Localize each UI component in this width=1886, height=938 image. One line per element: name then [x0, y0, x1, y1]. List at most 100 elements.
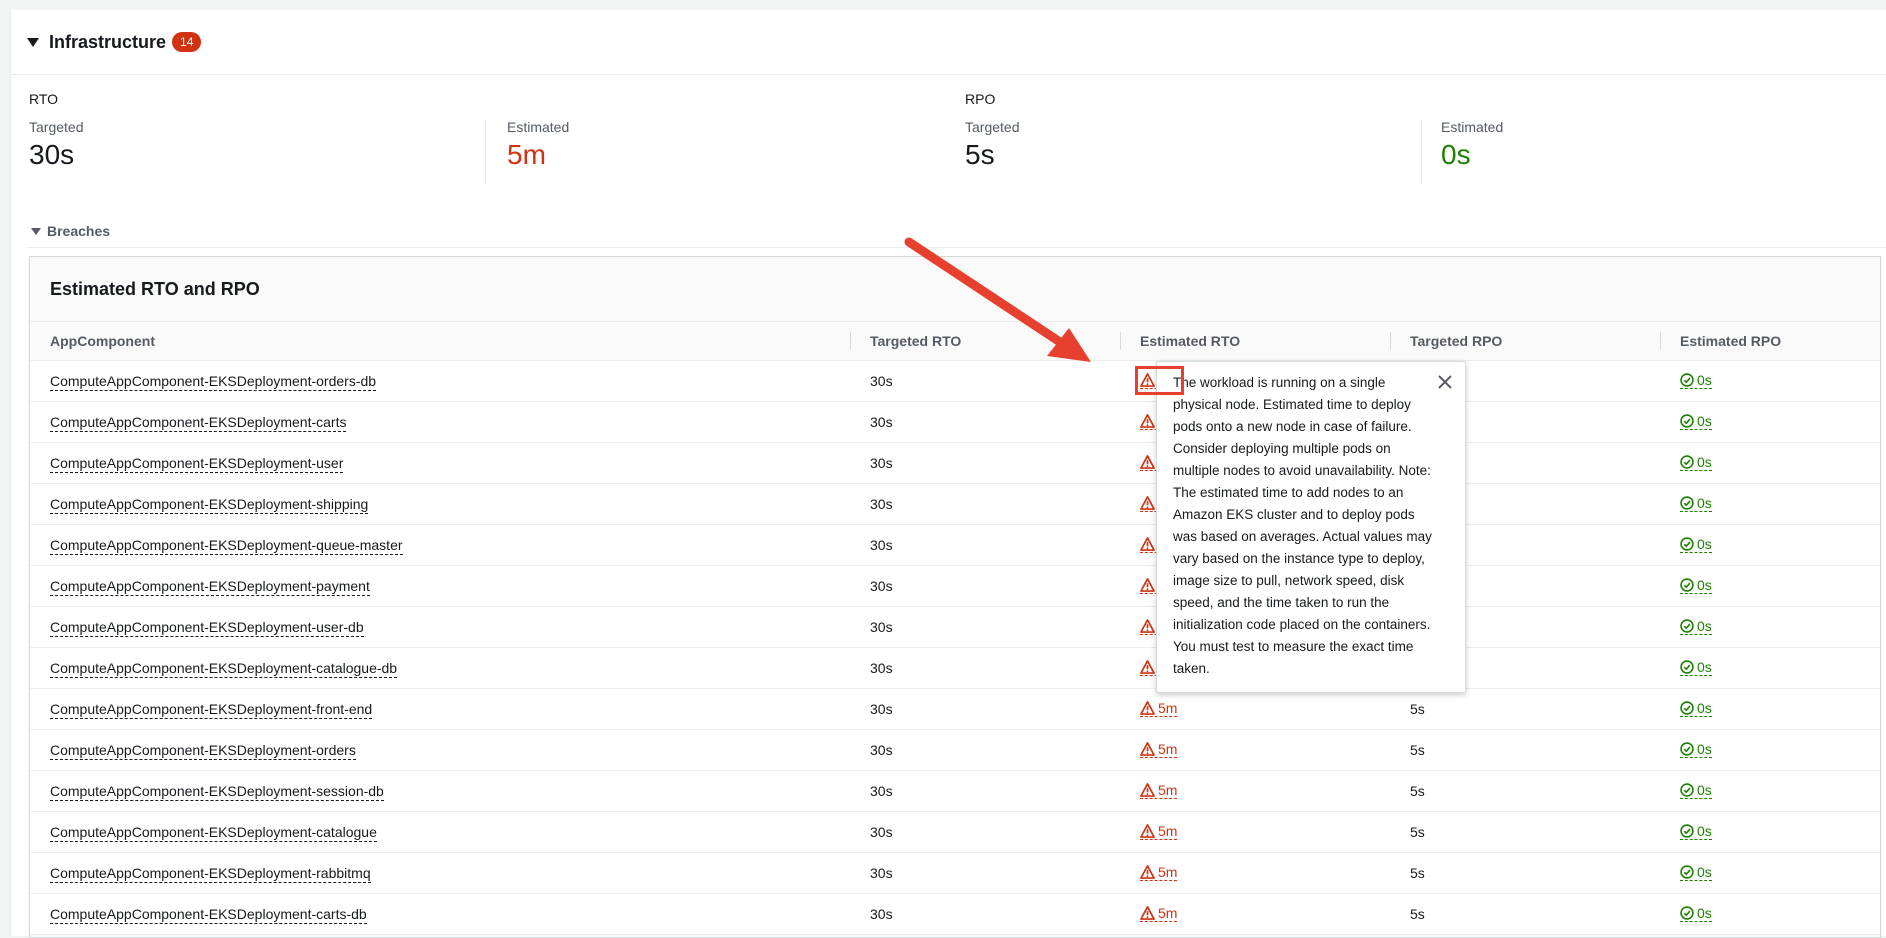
rpo-targeted-metric: Targeted 5s [965, 119, 1019, 171]
appcomponent-link[interactable]: ComputeAppComponent-EKSDeployment-carts-… [50, 906, 367, 924]
metric-value: 0s [1441, 139, 1471, 170]
cell-appcomponent: ComputeAppComponent-EKSDeployment-paymen… [30, 565, 850, 607]
appcomponent-link[interactable]: ComputeAppComponent-EKSDeployment-carts [50, 414, 347, 432]
estimated-rpo-value[interactable]: 0s [1680, 372, 1712, 389]
estimated-rpo-value[interactable]: 0s [1680, 577, 1712, 594]
table-row: ComputeAppComponent-EKSDeployment-sessio… [30, 770, 1880, 812]
estimated-rto-value[interactable]: 5m [1140, 782, 1178, 799]
rto-rpo-table: AppComponent Targeted RTO Estimated RTO … [30, 322, 1880, 935]
cell-appcomponent: ComputeAppComponent-EKSDeployment-shippi… [30, 483, 850, 525]
divider [1421, 121, 1422, 183]
appcomponent-link[interactable]: ComputeAppComponent-EKSDeployment-queue-… [50, 537, 403, 555]
column-divider [850, 332, 851, 350]
estimated-rpo-value[interactable]: 0s [1680, 823, 1712, 840]
estimated-rto-value[interactable]: 5m [1140, 864, 1178, 881]
cell-appcomponent: ComputeAppComponent-EKSDeployment-user [30, 442, 850, 484]
estimated-rpo-text: 0s [1697, 823, 1712, 839]
cell-estimated-rto: 5m [1120, 811, 1390, 853]
metric-label: Estimated [1441, 119, 1504, 135]
column-header-estimated-rto[interactable]: Estimated RTO [1120, 322, 1390, 361]
section-header[interactable]: Infrastructure 14 [11, 10, 1886, 75]
estimated-rpo-text: 0s [1697, 741, 1712, 757]
appcomponent-link[interactable]: ComputeAppComponent-EKSDeployment-catalo… [50, 824, 377, 842]
close-icon[interactable] [1437, 374, 1453, 390]
estimated-rto-value[interactable]: 5m [1140, 700, 1178, 717]
cell-appcomponent: ComputeAppComponent-EKSDeployment-orders [30, 729, 850, 771]
estimated-rpo-text: 0s [1697, 618, 1712, 634]
cell-targeted-rpo: 5s [1390, 729, 1660, 771]
check-circle-icon [1680, 414, 1694, 428]
estimated-rpo-text: 0s [1697, 495, 1712, 511]
popover-text: The workload is running on a single phys… [1173, 375, 1432, 676]
warning-triangle-icon [1140, 783, 1155, 797]
table-title: Estimated RTO and RPO [30, 257, 1880, 322]
column-header-appcomponent[interactable]: AppComponent [30, 322, 850, 361]
check-circle-icon [1680, 373, 1694, 387]
estimated-rpo-value[interactable]: 0s [1680, 659, 1712, 676]
estimated-rpo-text: 0s [1697, 413, 1712, 429]
estimated-rto-text: 5m [1158, 823, 1178, 839]
appcomponent-link[interactable]: ComputeAppComponent-EKSDeployment-front-… [50, 701, 373, 719]
cell-appcomponent: ComputeAppComponent-EKSDeployment-carts-… [30, 893, 850, 935]
breaches-toggle[interactable]: Breaches [31, 223, 110, 239]
cell-targeted-rto: 30s [850, 565, 1120, 607]
estimated-rpo-value[interactable]: 0s [1680, 413, 1712, 430]
estimated-rpo-value[interactable]: 0s [1680, 454, 1712, 471]
check-circle-icon [1680, 455, 1694, 469]
caret-down-icon[interactable] [31, 227, 41, 235]
cell-targeted-rto: 30s [850, 770, 1120, 812]
column-header-label: Estimated RPO [1680, 333, 1782, 349]
caret-down-icon[interactable] [27, 37, 39, 47]
cell-targeted-rpo: 5s [1390, 688, 1660, 730]
appcomponent-link[interactable]: ComputeAppComponent-EKSDeployment-catalo… [50, 660, 398, 678]
estimated-rto-value[interactable]: 5m [1140, 823, 1178, 840]
cell-estimated-rpo: 0s [1660, 401, 1880, 443]
appcomponent-link[interactable]: ComputeAppComponent-EKSDeployment-paymen… [50, 578, 370, 596]
cell-targeted-rto: 30s [850, 852, 1120, 894]
appcomponent-link[interactable]: ComputeAppComponent-EKSDeployment-shippi… [50, 496, 369, 514]
estimated-rpo-text: 0s [1697, 782, 1712, 798]
metric-label: Targeted [965, 119, 1020, 135]
column-header-estimated-rpo[interactable]: Estimated RPO [1660, 322, 1880, 361]
estimated-rpo-value[interactable]: 0s [1680, 495, 1712, 512]
estimated-rpo-value[interactable]: 0s [1680, 905, 1712, 922]
estimated-rpo-text: 0s [1697, 536, 1712, 552]
appcomponent-link[interactable]: ComputeAppComponent-EKSDeployment-orders [50, 742, 356, 760]
cell-estimated-rpo: 0s [1660, 442, 1880, 484]
estimated-rpo-text: 0s [1697, 372, 1712, 388]
column-header-targeted-rpo[interactable]: Targeted RPO [1390, 322, 1660, 361]
cell-appcomponent: ComputeAppComponent-EKSDeployment-user-d… [30, 606, 850, 648]
estimated-rpo-text: 0s [1697, 454, 1712, 470]
appcomponent-link[interactable]: ComputeAppComponent-EKSDeployment-rabbit… [50, 865, 371, 883]
appcomponent-link[interactable]: ComputeAppComponent-EKSDeployment-user [50, 455, 344, 473]
estimated-rpo-value[interactable]: 0s [1680, 782, 1712, 799]
warning-triangle-icon [1140, 906, 1155, 920]
table-body: ComputeAppComponent-EKSDeployment-orders… [30, 360, 1880, 935]
cell-estimated-rpo: 0s [1660, 729, 1880, 771]
cell-estimated-rpo: 0s [1660, 688, 1880, 730]
cell-targeted-rto: 30s [850, 606, 1120, 648]
column-divider [1390, 332, 1391, 350]
appcomponent-link[interactable]: ComputeAppComponent-EKSDeployment-sessio… [50, 783, 384, 801]
estimated-rpo-value[interactable]: 0s [1680, 536, 1712, 553]
estimated-rpo-text: 0s [1697, 905, 1712, 921]
estimated-rpo-value[interactable]: 0s [1680, 864, 1712, 881]
estimated-rpo-value[interactable]: 0s [1680, 741, 1712, 758]
warning-triangle-icon [1140, 865, 1155, 879]
column-header-label: Targeted RPO [1410, 333, 1503, 349]
section-title: Infrastructure [49, 31, 167, 52]
estimated-rto-text: 5m [1158, 905, 1178, 921]
check-circle-icon [1680, 742, 1694, 756]
appcomponent-link[interactable]: ComputeAppComponent-EKSDeployment-user-d… [50, 619, 364, 637]
warning-triangle-icon [1140, 414, 1155, 428]
estimated-rpo-value[interactable]: 0s [1680, 618, 1712, 635]
column-header-label: Estimated RTO [1140, 333, 1241, 349]
appcomponent-link[interactable]: ComputeAppComponent-EKSDeployment-orders… [50, 373, 377, 391]
estimated-rto-value[interactable]: 5m [1140, 905, 1178, 922]
column-header-targeted-rto[interactable]: Targeted RTO [850, 322, 1120, 361]
cell-appcomponent: ComputeAppComponent-EKSDeployment-orders… [30, 360, 850, 402]
cell-appcomponent: ComputeAppComponent-EKSDeployment-catalo… [30, 647, 850, 689]
estimated-rpo-value[interactable]: 0s [1680, 700, 1712, 717]
cell-targeted-rto: 30s [850, 688, 1120, 730]
estimated-rto-value[interactable]: 5m [1140, 741, 1178, 758]
